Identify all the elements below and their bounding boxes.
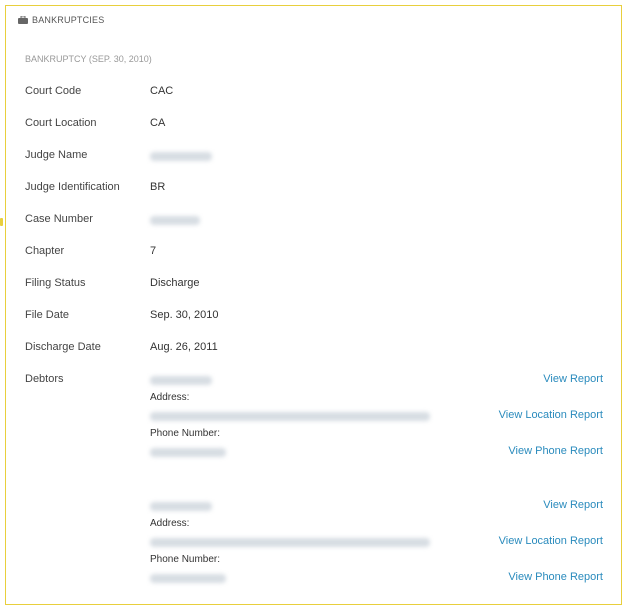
phone-redacted <box>150 574 226 583</box>
view-report-link[interactable]: View Report <box>543 373 603 385</box>
field-label-filing-status: Filing Status <box>25 277 86 289</box>
field-label-file-date: File Date <box>25 309 70 321</box>
field-value-court-location: CA <box>150 117 166 129</box>
field-label-discharge-date: Discharge Date <box>25 341 101 353</box>
field-value-discharge-date: Aug. 26, 2011 <box>150 341 218 353</box>
field-value-chapter: 7 <box>150 245 157 257</box>
phone-label: Phone Number: <box>150 554 221 565</box>
field-label-judge-identification: Judge Identification <box>25 181 120 193</box>
record-subtitle: BANKRUPTCY (SEP. 30, 2010) <box>25 54 152 64</box>
field-label-judge-name: Judge Name <box>25 149 88 161</box>
case-number-redacted <box>150 216 200 225</box>
debtor-name-redacted <box>150 502 212 511</box>
bankruptcies-card: BANKRUPTCIES BANKRUPTCY (SEP. 30, 2010) … <box>5 5 622 605</box>
address-redacted <box>150 412 430 421</box>
address-label: Address: <box>150 392 190 403</box>
briefcase-icon <box>18 15 28 24</box>
view-report-link[interactable]: View Report <box>543 499 603 511</box>
section-title: BANKRUPTCIES <box>32 15 105 25</box>
phone-redacted <box>150 448 226 457</box>
view-location-report-link[interactable]: View Location Report <box>499 535 603 547</box>
field-label-court-code: Court Code <box>25 85 82 97</box>
view-phone-report-link[interactable]: View Phone Report <box>508 571 603 583</box>
view-location-report-link[interactable]: View Location Report <box>499 409 603 421</box>
accent-marker <box>0 218 3 226</box>
view-phone-report-link[interactable]: View Phone Report <box>508 445 603 457</box>
field-value-judge-identification: BR <box>150 181 166 193</box>
address-redacted <box>150 538 430 547</box>
field-value-file-date: Sep. 30, 2010 <box>150 309 219 321</box>
field-value-court-code: CAC <box>150 85 174 97</box>
field-value-filing-status: Discharge <box>150 277 200 289</box>
field-label-debtors: Debtors <box>25 373 64 385</box>
field-label-court-location: Court Location <box>25 117 97 129</box>
field-label-chapter: Chapter <box>25 245 65 257</box>
section-header: BANKRUPTCIES <box>18 15 104 25</box>
phone-label: Phone Number: <box>150 428 221 439</box>
debtor-name-redacted <box>150 376 212 385</box>
judge-name-redacted <box>150 152 212 161</box>
field-label-case-number: Case Number <box>25 213 93 225</box>
address-label: Address: <box>150 518 190 529</box>
